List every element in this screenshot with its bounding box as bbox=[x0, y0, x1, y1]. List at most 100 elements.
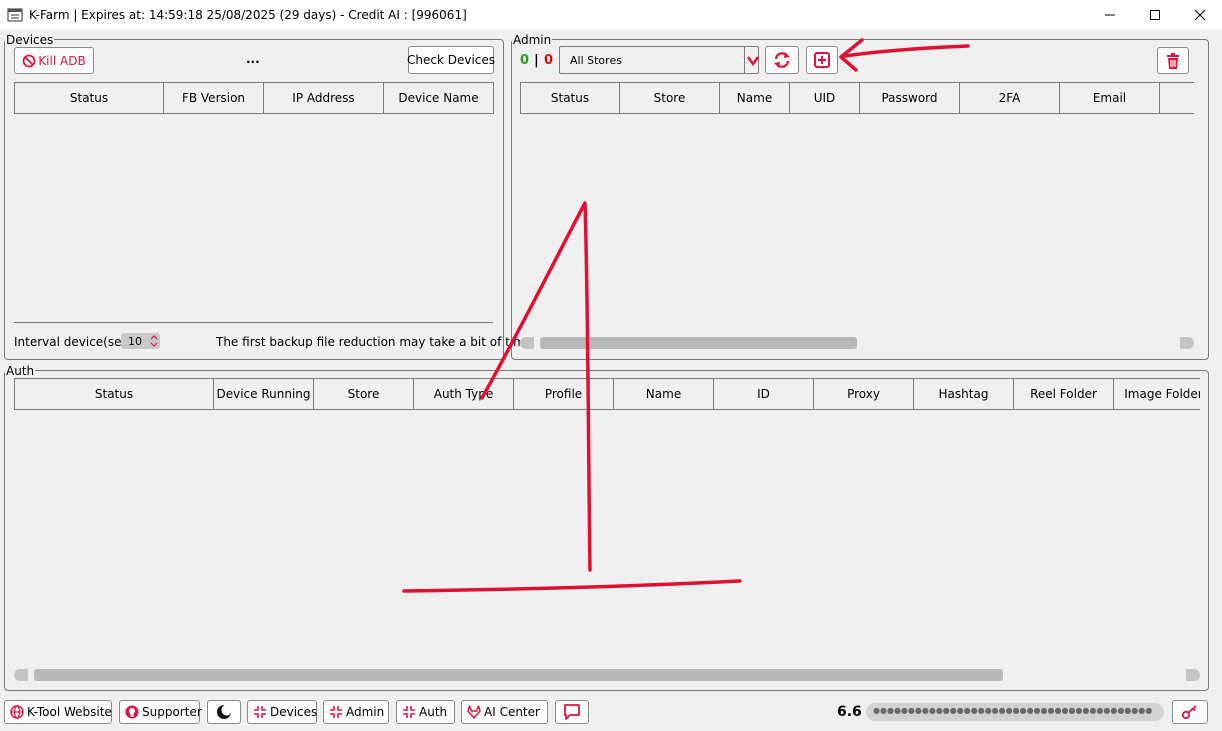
devices-col-status[interactable]: Status bbox=[14, 82, 164, 114]
interval-label: Interval device(sec) bbox=[14, 335, 133, 349]
auth-table-header: Status Device Running Store Auth Type Pr… bbox=[14, 378, 1200, 410]
close-button[interactable] bbox=[1177, 0, 1222, 30]
maximize-icon bbox=[1149, 10, 1160, 20]
interval-stepper[interactable]: 10 bbox=[121, 333, 160, 349]
kill-adb-button[interactable]: Kill ADB bbox=[14, 47, 94, 74]
store-select[interactable]: All Stores bbox=[559, 46, 760, 74]
key-icon bbox=[1181, 705, 1197, 720]
devices-table-bottom-line bbox=[14, 322, 493, 323]
password-mask: ●●●●●●●●●●●●●●●●●●●●●●●●●●●●●●●●●●●●●●●● bbox=[873, 706, 1153, 715]
auth-scroll-left-cap bbox=[14, 669, 28, 681]
gitlab-icon bbox=[467, 705, 481, 719]
admin-table-clip: Status Store Name UID Password 2FA Email… bbox=[520, 82, 1194, 114]
auth-col-image-folder[interactable]: Image Folder bbox=[1114, 378, 1200, 410]
store-select-value: All Stores bbox=[570, 54, 622, 67]
devices-col-device-name[interactable]: Device Name bbox=[384, 82, 494, 114]
auth-col-device-running[interactable]: Device Running bbox=[214, 378, 314, 410]
add-account-button[interactable] bbox=[806, 46, 838, 74]
devices-col-fb-version[interactable]: FB Version bbox=[164, 82, 264, 114]
ai-center-button[interactable]: AI Center bbox=[461, 700, 548, 724]
admin-table-header: Status Store Name UID Password 2FA Email… bbox=[520, 82, 1194, 114]
admin-col-uid[interactable]: UID bbox=[790, 82, 860, 114]
auth-scroll-thumb[interactable] bbox=[34, 669, 1003, 681]
chat-icon bbox=[564, 704, 580, 720]
theme-toggle-button[interactable] bbox=[207, 700, 241, 724]
license-key-button[interactable] bbox=[1172, 700, 1208, 724]
devices-col-ip-address[interactable]: IP Address bbox=[264, 82, 384, 114]
auth-nav-button[interactable]: Auth bbox=[396, 700, 455, 724]
check-devices-label: Check Devices bbox=[406, 53, 496, 67]
auth-col-proxy[interactable]: Proxy bbox=[814, 378, 914, 410]
auth-col-status[interactable]: Status bbox=[14, 378, 214, 410]
collapse-icon bbox=[254, 706, 266, 718]
admin-col-status[interactable]: Status bbox=[520, 82, 620, 114]
block-icon bbox=[22, 54, 36, 67]
backup-note: The first backup file reduction may take… bbox=[216, 335, 537, 349]
auth-horizontal-scrollbar[interactable] bbox=[14, 668, 1200, 682]
admin-nav-label: Admin bbox=[346, 705, 385, 719]
kill-adb-label: Kill ADB bbox=[38, 53, 86, 68]
auth-col-auth-type[interactable]: Auth Type bbox=[414, 378, 514, 410]
minimize-button[interactable] bbox=[1087, 0, 1132, 30]
auth-col-hashtag[interactable]: Hashtag bbox=[914, 378, 1014, 410]
admin-col-email[interactable]: Email bbox=[1060, 82, 1160, 114]
auth-col-profile[interactable]: Profile bbox=[514, 378, 614, 410]
maximize-button[interactable] bbox=[1132, 0, 1177, 30]
refresh-icon bbox=[774, 52, 790, 68]
interval-value: 10 bbox=[128, 334, 142, 348]
password-field[interactable]: ●●●●●●●●●●●●●●●●●●●●●●●●●●●●●●●●●●●●●●●● bbox=[866, 703, 1164, 721]
globe-icon bbox=[10, 705, 24, 719]
stepper-arrows-icon bbox=[150, 335, 158, 347]
admin-nav-button[interactable]: Admin bbox=[323, 700, 389, 724]
admin-scroll-left-cap bbox=[520, 337, 534, 349]
ktool-website-label: K-Tool Website bbox=[27, 705, 112, 719]
admin-count-green: 0 bbox=[520, 53, 530, 68]
admin-group-label: Admin bbox=[512, 33, 553, 47]
version-label: 6.6 bbox=[837, 704, 862, 720]
auth-scroll-right-cap bbox=[1186, 669, 1200, 681]
collapse-icon bbox=[330, 706, 342, 718]
app-icon bbox=[7, 7, 23, 23]
admin-scroll-thumb[interactable] bbox=[540, 337, 857, 349]
chat-button[interactable] bbox=[555, 700, 589, 724]
devices-status-text: ... bbox=[246, 52, 260, 66]
auth-table-clip: Status Device Running Store Auth Type Pr… bbox=[14, 378, 1200, 410]
auth-nav-label: Auth bbox=[419, 705, 448, 719]
admin-horizontal-scrollbar[interactable] bbox=[520, 336, 1194, 350]
trash-icon bbox=[1167, 52, 1179, 69]
supporter-label: Supporter bbox=[142, 705, 202, 719]
refresh-button[interactable] bbox=[765, 46, 799, 74]
auth-col-id[interactable]: ID bbox=[714, 378, 814, 410]
admin-col-store[interactable]: Store bbox=[620, 82, 720, 114]
auth-col-reel-folder[interactable]: Reel Folder bbox=[1014, 378, 1114, 410]
admin-col-2fa[interactable]: 2FA bbox=[960, 82, 1060, 114]
moon-icon bbox=[217, 704, 233, 719]
devices-nav-button[interactable]: Devices bbox=[247, 700, 317, 724]
admin-col-pa[interactable]: Pa bbox=[1160, 82, 1194, 114]
chevron-down-icon bbox=[746, 56, 760, 67]
devices-table-header: Status FB Version IP Address Device Name bbox=[14, 82, 494, 114]
check-devices-button[interactable]: Check Devices bbox=[406, 46, 496, 74]
devices-group-label: Devices bbox=[5, 33, 55, 47]
supporter-button[interactable]: Supporter bbox=[119, 700, 202, 724]
admin-col-password[interactable]: Password bbox=[860, 82, 960, 114]
auth-col-name[interactable]: Name bbox=[614, 378, 714, 410]
admin-count-separator: | bbox=[534, 53, 539, 68]
devices-nav-label: Devices bbox=[270, 705, 318, 719]
store-select-divider bbox=[744, 47, 745, 73]
minimize-icon bbox=[1104, 14, 1115, 16]
admin-scroll-right-cap bbox=[1180, 337, 1194, 349]
admin-count-red: 0 bbox=[544, 53, 554, 68]
delete-button[interactable] bbox=[1157, 47, 1189, 74]
ai-center-label: AI Center bbox=[484, 705, 540, 719]
plus-square-icon bbox=[814, 52, 830, 68]
close-icon bbox=[1194, 9, 1205, 21]
auth-group bbox=[4, 370, 1209, 691]
github-icon bbox=[125, 705, 139, 719]
ktool-website-button[interactable]: K-Tool Website bbox=[4, 700, 112, 724]
collapse-icon bbox=[403, 706, 415, 718]
auth-group-label: Auth bbox=[5, 364, 36, 378]
auth-col-store[interactable]: Store bbox=[314, 378, 414, 410]
window-title: K-Farm | Expires at: 14:59:18 25/08/2025… bbox=[29, 8, 467, 22]
admin-col-name[interactable]: Name bbox=[720, 82, 790, 114]
